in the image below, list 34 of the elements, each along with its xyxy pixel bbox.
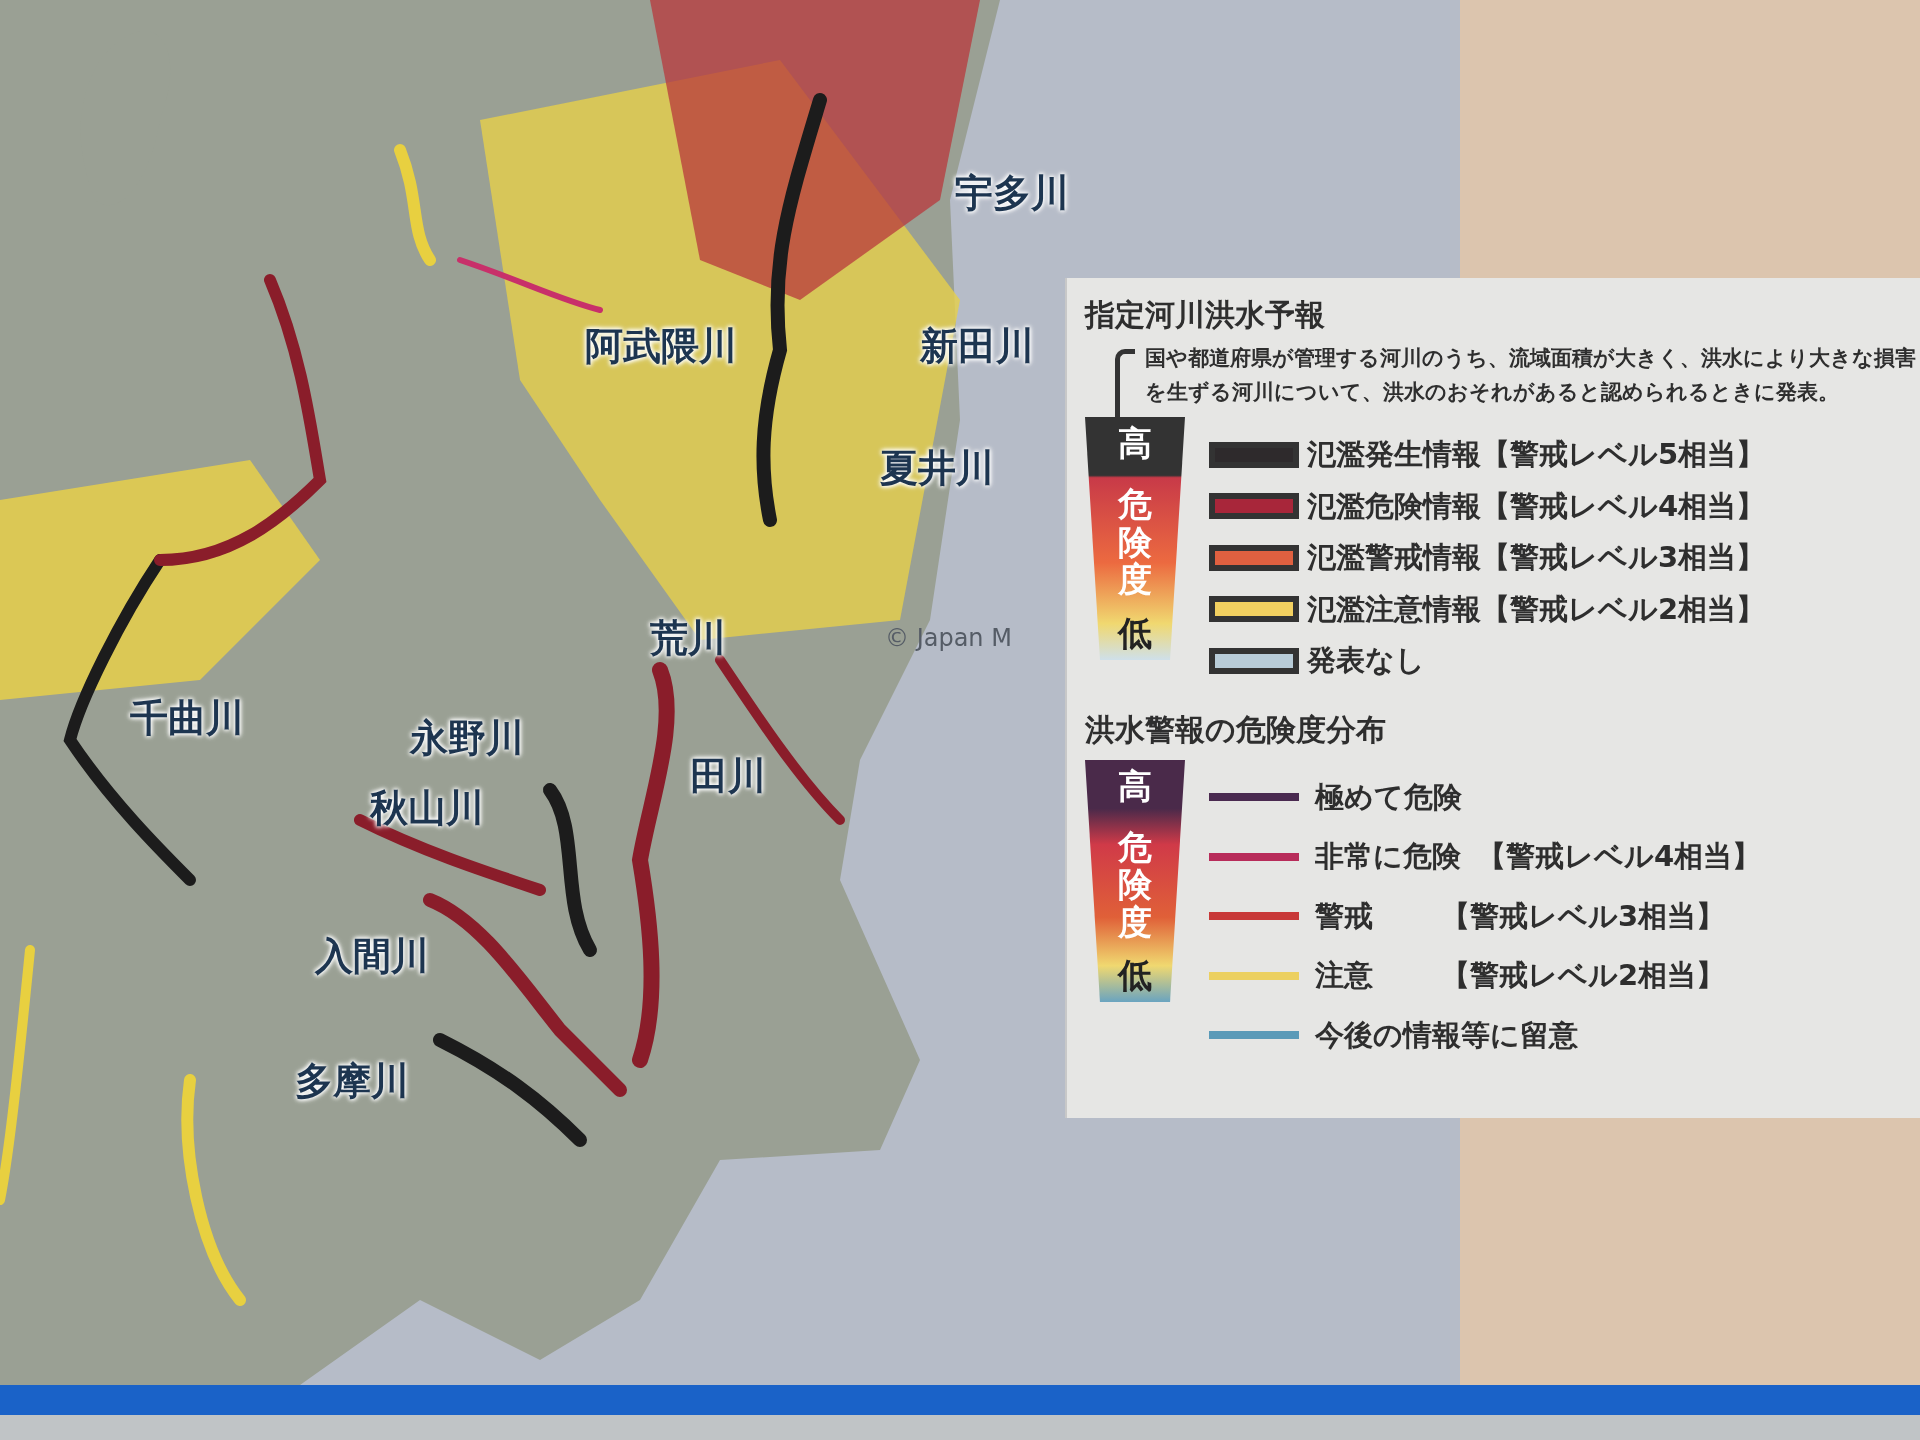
scale-middle-label: 危険度 [1118, 486, 1152, 599]
legend-label: 氾濫警戒情報【警戒レベル3相当】 [1307, 539, 1766, 576]
river-label: 阿武隈川 [585, 323, 737, 370]
river-label: 秋山川 [370, 785, 484, 832]
legend-label: 氾濫危険情報【警戒レベル4相当】 [1307, 487, 1766, 525]
river-label: 入間川 [315, 933, 429, 980]
river-label: 荒川 [650, 615, 726, 662]
scale-middle-label: 危険度 [1118, 828, 1152, 942]
scale-low-label: 低 [1118, 614, 1152, 655]
river-label: 千曲川 [130, 695, 244, 742]
legend-label: 氾濫発生情報【警戒レベル5相当】 [1307, 436, 1766, 473]
river-label: 夏井川 [880, 445, 994, 492]
legend-label: 極めて危険 [1315, 778, 1462, 816]
river-label: 田川 [690, 753, 766, 800]
legend-level: 【警戒レベル3相当】 [1441, 897, 1726, 935]
legend-title: 洪水警報の危険度分布 [1085, 710, 1387, 749]
map-credit: © Japan M [885, 623, 1012, 654]
river-label: 新田川 [920, 323, 1034, 370]
legend-note: 国や都道府県が管理する河川のうち、流域面積が大きく、洪水により大きな損害を生ずる河川について、洪水のおそれがあると認められるときに発表。 [1145, 345, 1917, 406]
scale-high-label: 高 [1118, 764, 1152, 808]
legend-label: 今後の情報等に留意 [1315, 1016, 1578, 1054]
river-label: 多摩川 [295, 1058, 409, 1105]
legend-level: 【警戒レベル4相当】 [1477, 838, 1762, 875]
river-label: 宇多川 [955, 170, 1069, 217]
legend-label: 非常に危険 [1315, 838, 1461, 875]
legend-label: 発表なし [1307, 642, 1425, 679]
scale-low-label: 低 [1118, 957, 1152, 998]
scale-high-label: 高 [1118, 422, 1152, 465]
river-label: 永野川 [410, 715, 524, 762]
legend-label: 警戒 [1315, 897, 1374, 935]
legend-title: 指定河川洪水予報 [1085, 296, 1326, 334]
legend-label: 氾濫注意情報【警戒レベル2相当】 [1307, 590, 1766, 628]
legend-level: 【警戒レベル2相当】 [1441, 957, 1726, 994]
legend-label: 注意 [1315, 957, 1374, 994]
